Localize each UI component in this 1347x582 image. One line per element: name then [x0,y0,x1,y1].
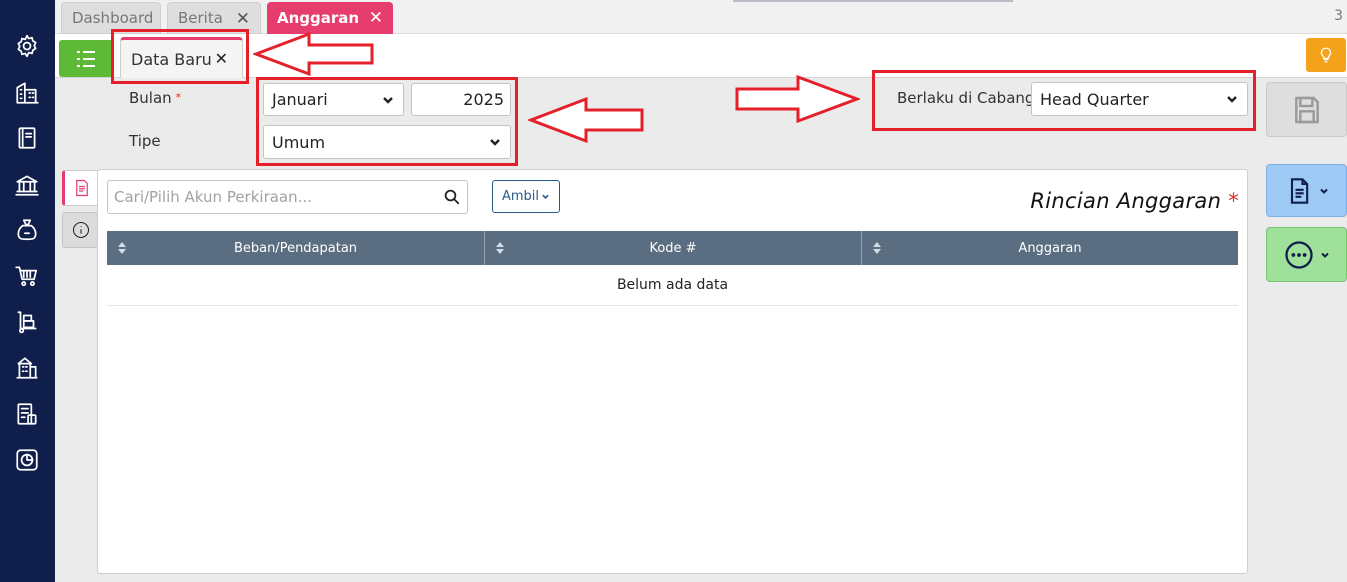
more-icon [1284,240,1313,269]
column-header-kode[interactable]: Kode # [485,231,862,265]
info-icon [72,221,89,239]
bulan-label-text: Bulan [129,89,172,107]
chevron-down-icon [490,139,500,146]
close-icon[interactable]: ✕ [236,9,250,29]
chevron-down-icon [1319,188,1328,194]
sort-icon[interactable] [495,241,505,255]
document-icon [1290,177,1308,204]
tab-label: Anggaran [277,9,360,27]
store-icon[interactable] [13,354,41,382]
tab-label: Berita [178,9,223,27]
cabang-select[interactable]: Head Quarter [1031,82,1248,116]
column-label: Beban/Pendapatan [233,240,358,256]
column-label: Kode # [649,240,697,256]
tips-button[interactable] [1306,38,1346,72]
close-icon[interactable]: ✕ [369,8,383,28]
cabang-label: Berlaku di Cabang [897,89,1035,107]
bulan-value: Januari [272,90,328,109]
tipe-label: Tipe [129,132,161,150]
tipe-value: Umum [272,132,326,152]
ambil-label: Ambil [501,189,540,204]
tab-label: Dashboard [72,9,154,27]
cabang-value: Head Quarter [1040,89,1149,109]
bulan-label: Bulan * [129,89,181,107]
sort-icon[interactable] [117,241,127,255]
close-icon[interactable]: ✕ [215,49,228,68]
building-icon[interactable] [13,79,41,107]
tab-count: 3 [1334,8,1343,24]
document-menu-button[interactable] [1266,164,1347,217]
list-button[interactable] [59,40,113,77]
tipe-select[interactable]: Umum [263,125,511,159]
cart-icon[interactable] [13,262,41,290]
table-empty-row: Belum ada data [107,265,1238,306]
tab-data-baru[interactable]: Data Baru ✕ [120,37,243,78]
detail-panel [97,169,1248,574]
column-label: Anggaran [1018,240,1082,256]
annotation-arrow-right [735,74,860,124]
section-title-text: Rincian Anggaran [1030,189,1222,213]
search-icon[interactable] [443,188,461,206]
save-icon [1294,96,1319,123]
section-title: Rincian Anggaran * [1030,189,1239,213]
tahun-value: 2025 [463,90,504,109]
save-button[interactable] [1266,82,1347,137]
sort-icon[interactable] [872,241,882,255]
tahun-input[interactable]: 2025 [411,83,511,116]
sidebar [0,0,55,582]
tab-dashboard[interactable]: Dashboard [61,2,161,34]
column-header-beban[interactable]: Beban/Pendapatan [107,231,485,265]
required-mark: * [175,91,182,104]
table-header: Beban/Pendapatan Kode # Anggaran [107,231,1238,265]
side-tab-document[interactable] [62,170,98,206]
account-search[interactable] [107,180,468,214]
book-icon[interactable] [13,124,41,152]
chevron-down-icon [383,96,393,104]
list-icon [77,50,95,67]
tab-anggaran[interactable]: Anggaran ✕ [267,2,393,34]
more-menu-button[interactable] [1266,227,1347,282]
lightbulb-icon [1320,47,1332,63]
column-header-anggaran[interactable]: Anggaran [862,231,1238,265]
hand-truck-icon[interactable] [13,308,41,336]
bulan-select[interactable]: Januari [263,83,404,116]
sub-tab-label: Data Baru [131,50,212,69]
money-bag-icon[interactable] [13,216,41,244]
chevron-down-icon [542,194,549,199]
settings-icon[interactable] [13,32,41,60]
search-input[interactable] [114,188,434,206]
tab-berita[interactable]: Berita ✕ [167,2,261,34]
top-strip [733,0,1013,2]
side-tab-info[interactable] [62,212,98,248]
annotation-arrow-left [528,96,644,144]
ambil-button[interactable]: Ambil [492,180,560,213]
bank-icon[interactable] [13,171,41,199]
tax-icon[interactable] [13,400,41,428]
chevron-down-icon [1227,96,1237,103]
report-icon[interactable] [13,446,41,474]
document-icon [75,179,88,197]
required-mark: * [1228,189,1239,213]
chevron-down-icon [1320,252,1329,258]
sub-tab-bar [55,34,1347,78]
